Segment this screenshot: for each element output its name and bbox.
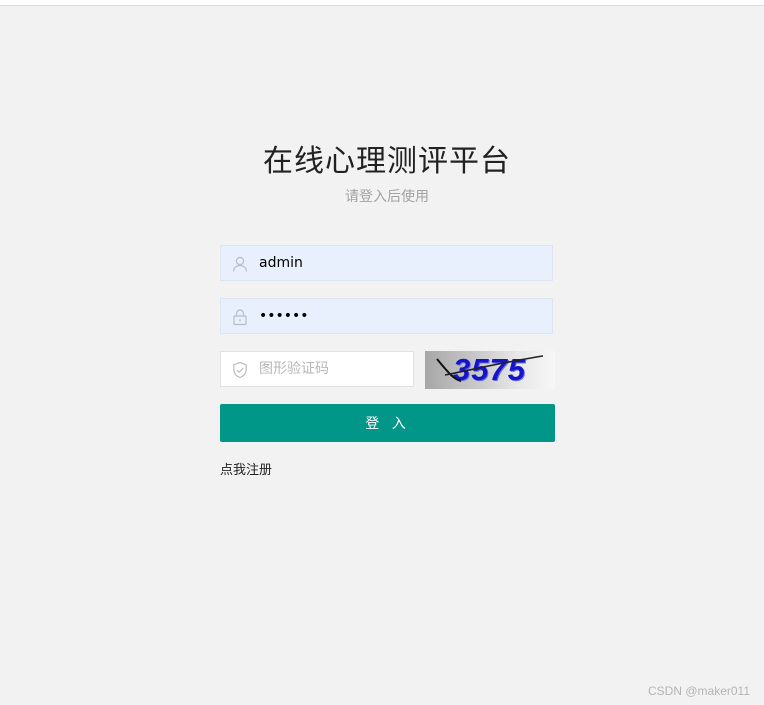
- username-input[interactable]: [259, 246, 539, 280]
- register-link[interactable]: 点我注册: [220, 459, 272, 478]
- lock-icon: [231, 308, 249, 326]
- page-title: 在线心理测评平台: [263, 144, 511, 179]
- username-field-wrapper: [220, 245, 553, 281]
- password-field-wrapper: [220, 298, 553, 334]
- page-subtitle: 请登入后使用: [345, 189, 429, 205]
- captcha-input[interactable]: [259, 352, 409, 386]
- password-input[interactable]: [259, 299, 539, 333]
- login-button[interactable]: 登 入: [220, 404, 555, 442]
- captcha-noise-lines: [436, 355, 544, 382]
- user-icon: [231, 255, 249, 273]
- captcha-image[interactable]: 3575: [425, 351, 555, 389]
- watermark: CSDN @maker011: [648, 684, 750, 698]
- captcha-field-wrapper: [220, 351, 414, 387]
- shield-check-icon: [231, 361, 249, 379]
- browser-top-bar: [0, 0, 764, 6]
